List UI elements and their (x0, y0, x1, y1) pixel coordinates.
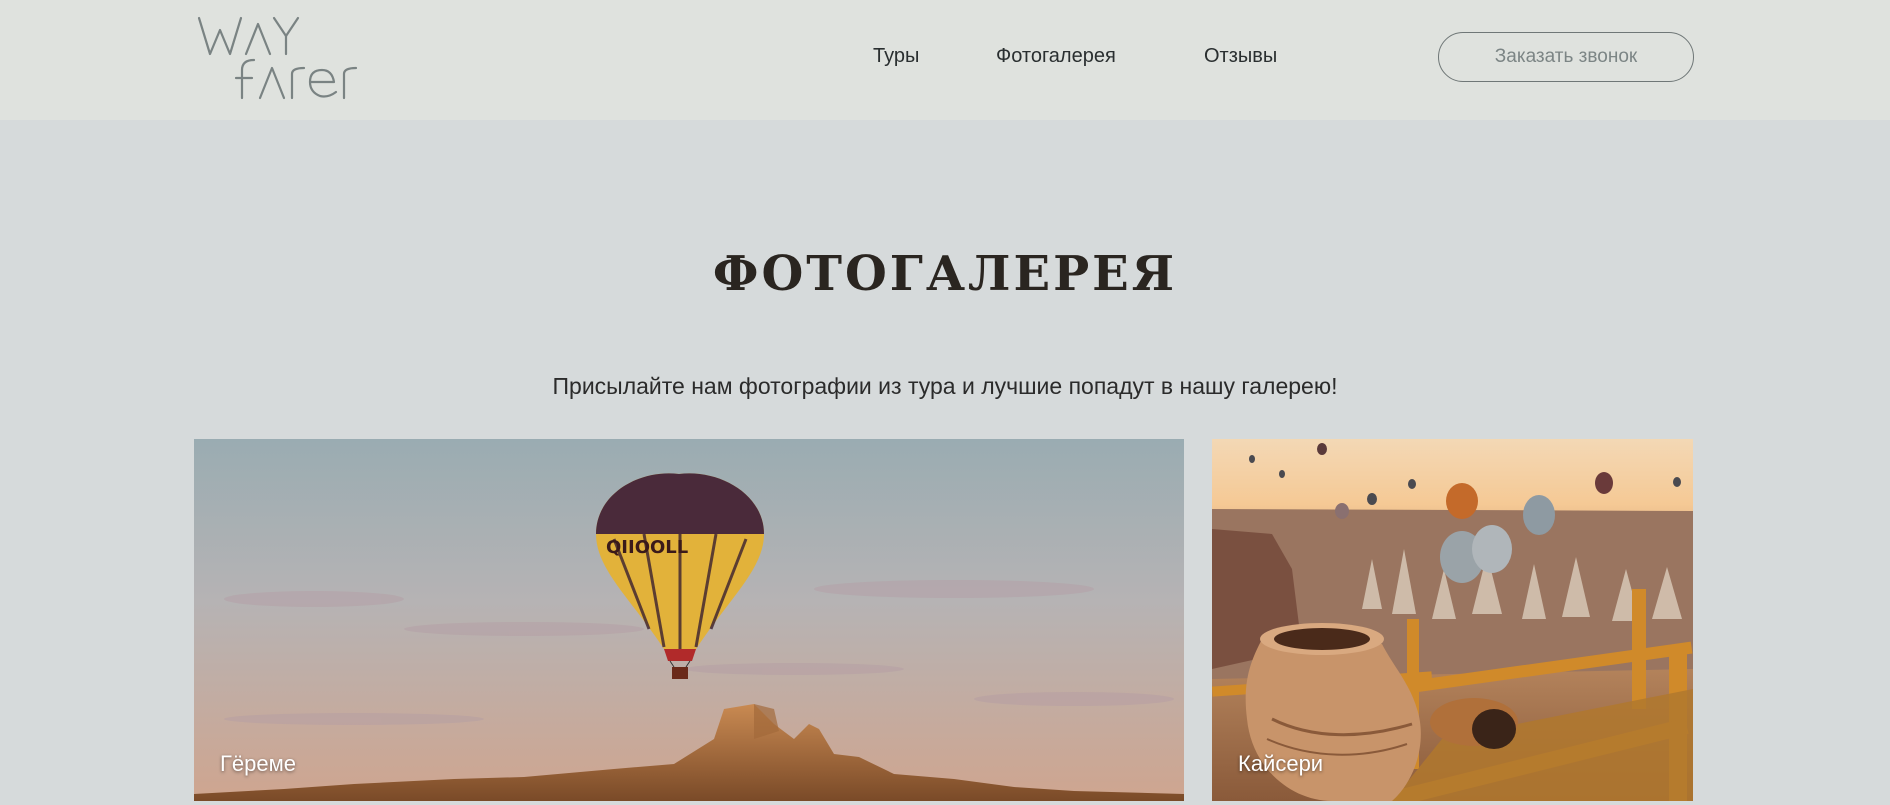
wayfarer-logo[interactable] (196, 12, 396, 102)
nav-gallery[interactable]: Фотогалерея (996, 45, 1116, 68)
site-header: Туры Фотогалерея Отзывы Заказать звонок (0, 0, 1890, 120)
nav-reviews[interactable]: Отзывы (1204, 45, 1277, 68)
svg-text:QIIOOLL: QIIOOLL (606, 537, 688, 558)
logo-mark (197, 16, 358, 100)
page-title: ФОТОГАЛЕРЕЯ (712, 246, 1178, 302)
photo-caption: Гёреме (220, 751, 296, 776)
gallery-photo-kayseri[interactable]: Кайсери (1212, 439, 1693, 801)
page-subtitle: Присылайте нам фотографии из тура и лучш… (552, 373, 1338, 399)
photo-caption: Кайсери (1238, 751, 1324, 776)
nav-tours[interactable]: Туры (873, 45, 919, 68)
goreme-balloon-image: QIIOOLL (194, 439, 1184, 801)
gallery-photo-goreme[interactable]: QIIOOLL Гёреме (194, 439, 1184, 801)
kayseri-jar-image (1212, 439, 1693, 801)
order-call-button[interactable]: Заказать звонок (1438, 32, 1694, 82)
